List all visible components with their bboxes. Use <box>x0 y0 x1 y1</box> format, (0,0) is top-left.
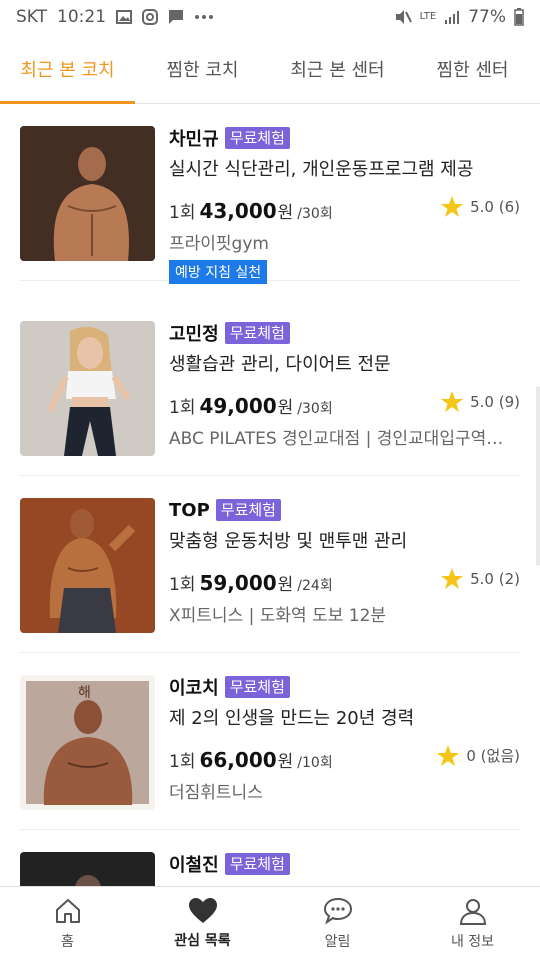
coach-photo <box>20 321 155 456</box>
signal-icon <box>444 10 460 24</box>
coach-name: 이철진 <box>169 855 219 876</box>
coach-photo <box>20 498 155 633</box>
tab-liked-coach[interactable]: 찜한 코치 <box>135 34 270 103</box>
star-icon <box>441 391 464 412</box>
prevention-tag: 예방 지침 실천 <box>169 260 268 284</box>
coach-location: ABC PILATES 경인교대점 | 경인교대입구역… <box>169 429 504 449</box>
coach-description: 제 2의 인생을 만드는 20년 경력 <box>169 708 415 729</box>
status-bar: SKT 10:21 LTE 77% <box>0 0 540 34</box>
nav-my-info-label: 내 정보 <box>450 933 495 950</box>
nav-home[interactable]: 홈 <box>0 887 135 960</box>
price-prefix: 1회 <box>169 398 196 418</box>
tab-recent-coach[interactable]: 최근 본 코치 <box>0 34 135 104</box>
coach-item[interactable]: 이철진 무료체험 <box>20 830 520 886</box>
price-prefix: 1회 <box>169 575 196 595</box>
free-trial-badge: 무료체험 <box>215 499 281 521</box>
more-icon <box>194 14 214 20</box>
coach-name: 이코치 <box>169 678 219 699</box>
scroll-indicator[interactable] <box>536 386 540 566</box>
nav-notifications-label: 알림 <box>324 933 351 950</box>
coach-item[interactable]: 해 이코치 무료체험 제 2의 인생을 만드는 20년 경력 1회 66,000… <box>20 653 520 830</box>
price-value: 66,000 <box>199 748 277 772</box>
free-trial-badge: 무료체험 <box>224 127 290 149</box>
nav-favorites-label: 관심 목록 <box>174 933 231 949</box>
free-trial-badge: 무료체험 <box>224 853 290 875</box>
coach-description: 생활습관 관리, 다이어트 전문 <box>169 354 391 375</box>
price-unit: 원 <box>277 398 294 418</box>
coach-item[interactable]: 고민정 무료체험 생활습관 관리, 다이어트 전문 1회 49,000 원 /3… <box>20 299 520 476</box>
person-icon <box>459 898 486 925</box>
tab-recent-center[interactable]: 최근 본 센터 <box>270 34 405 103</box>
nav-favorites[interactable]: 관심 목록 <box>135 887 270 960</box>
rating-text: 0 (없음) <box>466 747 520 765</box>
nav-notifications[interactable]: 알림 <box>270 887 405 960</box>
coach-photo <box>20 126 155 261</box>
mute-icon <box>394 9 412 25</box>
coach-photo <box>20 852 155 886</box>
carrier: SKT <box>16 7 48 27</box>
message-icon <box>168 9 184 25</box>
price-unit: 원 <box>277 752 294 772</box>
coach-item[interactable]: TOP 무료체험 맞춤형 운동처방 및 맨투맨 관리 1회 59,000 원 /… <box>20 476 520 653</box>
tab-liked-center[interactable]: 찜한 센터 <box>405 34 540 103</box>
coach-name: TOP <box>169 499 210 521</box>
gallery-icon <box>116 10 133 24</box>
star-icon <box>437 745 460 766</box>
price-sessions: /10회 <box>297 755 333 771</box>
rating-text: 5.0 (6) <box>470 197 520 216</box>
instagram-icon <box>142 9 159 25</box>
heart-icon <box>188 898 217 923</box>
price-unit: 원 <box>277 203 294 223</box>
price-value: 59,000 <box>199 571 277 595</box>
svg-text:해: 해 <box>78 685 91 701</box>
price-sessions: /24회 <box>297 578 333 594</box>
coach-location: X피트니스 | 도화역 도보 12분 <box>169 606 387 626</box>
tab-bar: 최근 본 코치 찜한 코치 최근 본 센터 찜한 센터 <box>0 34 540 104</box>
price-prefix: 1회 <box>169 752 196 772</box>
network-type: LTE <box>419 11 437 22</box>
price-unit: 원 <box>277 575 294 595</box>
coach-item[interactable]: 차민규 무료체험 실시간 식단관리, 개인운동프로그램 제공 1회 43,000… <box>20 104 520 284</box>
price-sessions: /30회 <box>297 401 333 417</box>
home-icon <box>55 898 80 923</box>
price-prefix: 1회 <box>169 203 196 223</box>
chat-bubble-icon <box>323 897 352 924</box>
coach-description: 실시간 식단관리, 개인운동프로그램 제공 <box>169 159 474 180</box>
rating: 5.0 (6) <box>440 195 520 218</box>
coach-list: 차민규 무료체험 실시간 식단관리, 개인운동프로그램 제공 1회 43,000… <box>0 104 540 886</box>
coach-description: 맞춤형 운동처방 및 맨투맨 관리 <box>169 531 408 552</box>
nav-home-label: 홈 <box>61 933 74 950</box>
clock: 10:21 <box>57 7 107 27</box>
rating: 5.0 (9) <box>440 390 520 413</box>
coach-location: 더짐휘트니스 <box>169 783 263 803</box>
coach-photo: 해 <box>20 675 155 810</box>
price-value: 43,000 <box>199 199 277 223</box>
coach-location: 프라이핏gym <box>169 234 269 254</box>
coach-name: 차민규 <box>169 129 219 150</box>
rating-text: 5.0 (2) <box>470 569 520 588</box>
free-trial-badge: 무료체험 <box>224 322 290 344</box>
price-value: 49,000 <box>199 394 277 418</box>
bottom-nav: 홈 관심 목록 알림 내 정보 <box>0 886 540 960</box>
free-trial-badge: 무료체험 <box>224 676 290 698</box>
battery-percent: 77% <box>468 7 506 27</box>
rating: 0 (없음) <box>436 744 520 767</box>
star-icon <box>441 196 464 217</box>
price-sessions: /30회 <box>297 206 333 222</box>
nav-my-info[interactable]: 내 정보 <box>405 887 540 960</box>
rating-text: 5.0 (9) <box>470 392 520 411</box>
battery-icon <box>514 8 524 26</box>
coach-name: 고민정 <box>169 324 219 345</box>
star-icon <box>441 568 464 589</box>
rating: 5.0 (2) <box>440 567 520 590</box>
